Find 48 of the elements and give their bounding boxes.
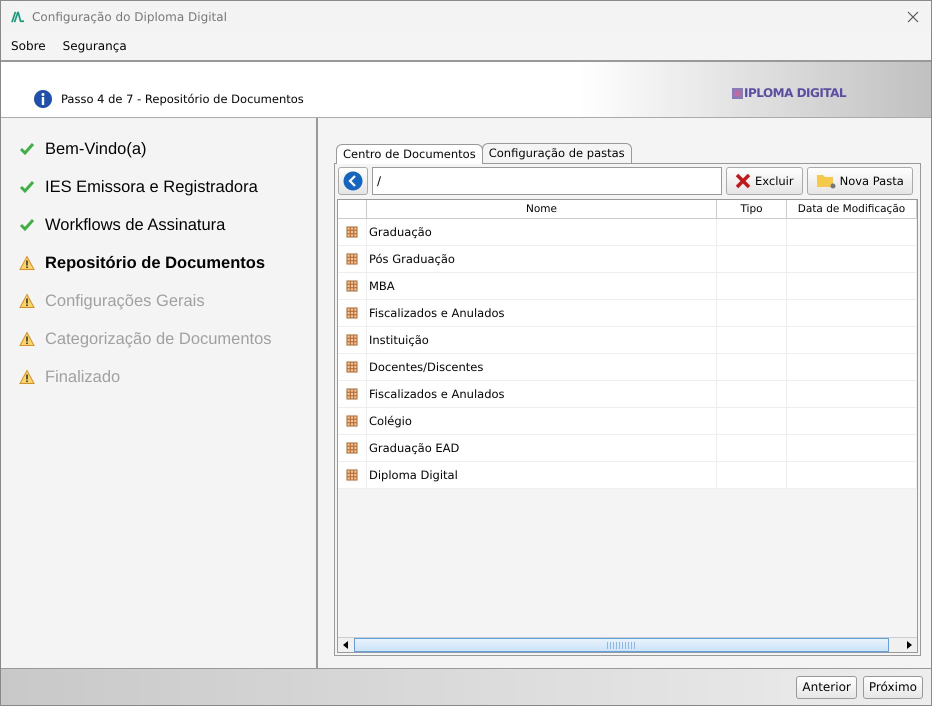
- warning-icon: [19, 255, 35, 271]
- grid-icon: [346, 226, 358, 238]
- tab[interactable]: Configuração de pastas: [482, 143, 632, 163]
- delete-icon: [735, 173, 751, 189]
- tab[interactable]: Centro de Documentos: [336, 144, 483, 164]
- step-label: Bem-Vindo(a): [45, 140, 146, 158]
- grid-icon: [346, 415, 358, 427]
- step-label: Workflows de Assinatura: [45, 216, 226, 234]
- grid-icon: [346, 307, 358, 319]
- column-header[interactable]: Tipo: [717, 200, 787, 218]
- step-label: IES Emissora e Registradora: [45, 178, 258, 196]
- next-button[interactable]: Próximo: [862, 676, 923, 698]
- scroll-left-icon[interactable]: [342, 641, 350, 649]
- logo-mark-icon: [732, 88, 743, 98]
- back-button[interactable]: [338, 167, 368, 195]
- grid-icon: [346, 388, 358, 400]
- folder-icon: [816, 173, 836, 189]
- menu-item[interactable]: Segurança: [62, 39, 127, 53]
- new-folder-button[interactable]: Nova Pasta: [806, 167, 913, 195]
- delete-button[interactable]: Excluir: [726, 167, 803, 195]
- warning-icon: [19, 293, 35, 309]
- checkmark-icon: [19, 141, 35, 157]
- logo-text: IPLOMA DIGITAL: [744, 86, 846, 100]
- window-title: Configuração do Diploma Digital: [32, 10, 228, 24]
- step-label: Configurações Gerais: [45, 292, 205, 310]
- warning-icon: [19, 331, 35, 347]
- column-header[interactable]: Nome: [367, 200, 717, 218]
- step-label: Finalizado: [45, 368, 120, 386]
- step-label: Repositório de Documentos: [45, 254, 266, 272]
- grid-icon: [346, 280, 358, 292]
- step-label: Categorização de Documentos: [45, 330, 272, 348]
- checkmark-icon: [19, 217, 35, 233]
- path-field[interactable]: /: [372, 167, 722, 195]
- grid-icon: [346, 361, 358, 373]
- scroll-right-icon[interactable]: [905, 641, 913, 649]
- grid-icon: [346, 442, 358, 454]
- column-header[interactable]: Data de Modificação: [787, 200, 917, 218]
- menu-item[interactable]: Sobre: [11, 39, 46, 53]
- previous-button[interactable]: Anterior: [796, 676, 857, 698]
- grid-icon: [346, 334, 358, 346]
- grid-icon: [346, 253, 358, 265]
- warning-icon: [19, 369, 35, 385]
- checkmark-icon: [19, 179, 35, 195]
- close-icon[interactable]: [907, 10, 919, 22]
- app-logo-icon: [11, 10, 25, 22]
- info-icon: [33, 89, 53, 109]
- grid-icon: [346, 469, 358, 481]
- step-title: Passo 4 de 7 - Repositório de Documentos: [61, 92, 304, 106]
